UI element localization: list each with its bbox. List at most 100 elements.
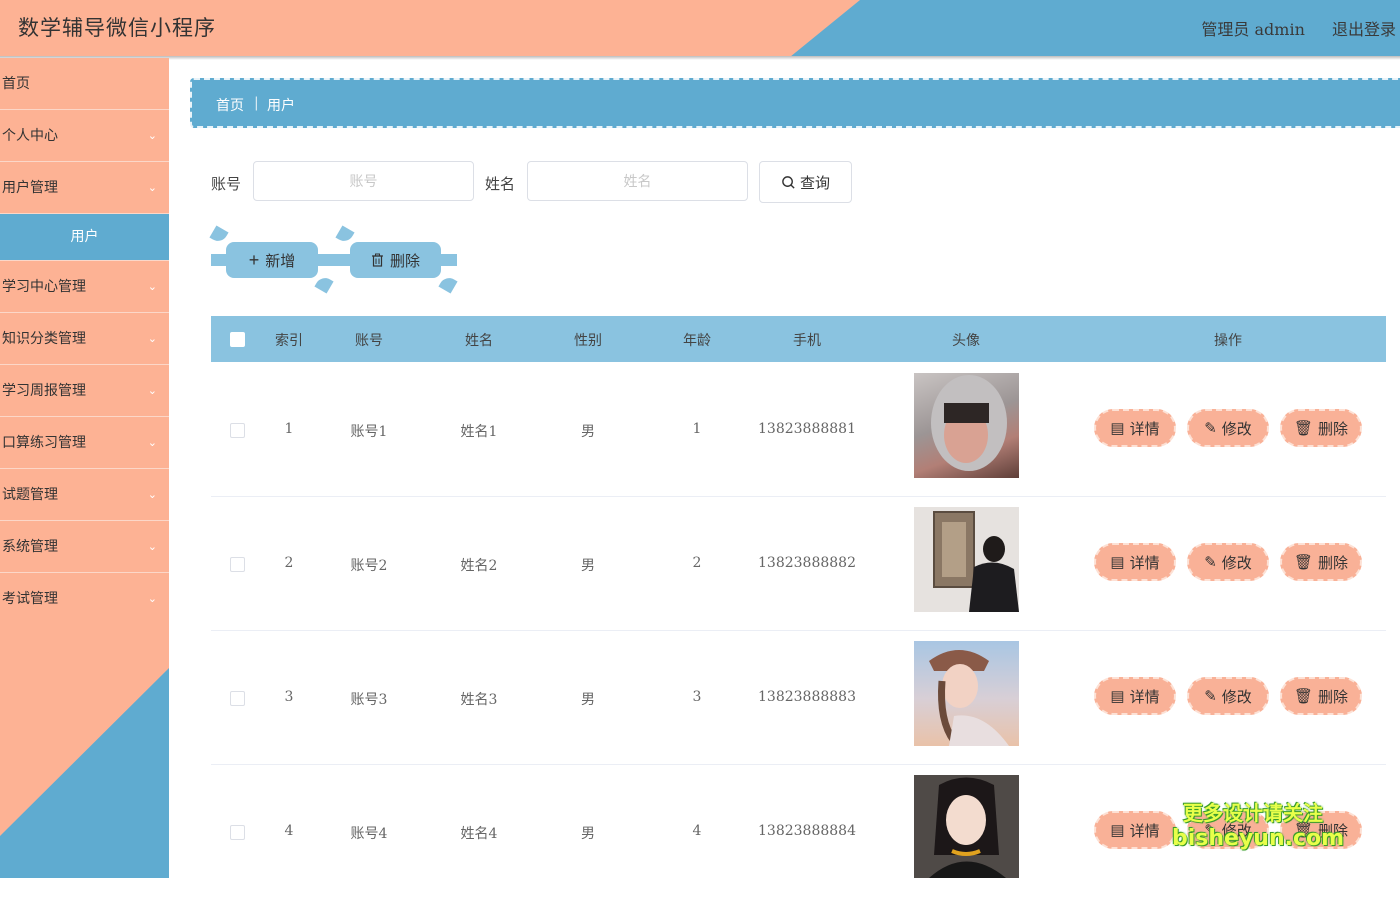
chevron-down-icon: ⌄ — [147, 332, 157, 345]
table-header: 索引 账号 姓名 性别 年龄 手机 头像 操作 — [211, 316, 1386, 362]
cell-index: 1 — [284, 421, 294, 437]
cell-age: 2 — [692, 555, 702, 571]
detail-button[interactable]: ▤ 详情 — [1094, 543, 1176, 581]
decoration-shape — [209, 225, 229, 245]
edit-button[interactable]: ✎ 修改 — [1187, 543, 1269, 581]
decoration-shape — [438, 274, 458, 294]
cell-name: 姓名1 — [460, 424, 498, 440]
app-title: 数学辅导微信小程序 — [18, 16, 216, 40]
sidebar-item-label: 口算练习管理 — [2, 435, 86, 451]
edit-label: 修改 — [1221, 554, 1252, 572]
cell-account: 账号3 — [350, 692, 388, 708]
detail-label: 详情 — [1129, 554, 1160, 572]
trash-icon: 🗑︎ — [1293, 554, 1314, 571]
detail-label: 详情 — [1129, 822, 1160, 840]
column-header-actions: 操作 — [1214, 333, 1242, 349]
sidebar-decoration — [0, 668, 169, 878]
detail-label: 详情 — [1129, 420, 1160, 438]
detail-button[interactable]: ▤ 详情 — [1094, 811, 1176, 849]
table-row: 3 账号3 姓名3 男 3 13823888883 ▤ 详情 ✎ 修改 🗑︎ 删除 — [211, 630, 1386, 765]
cell-age: 4 — [692, 823, 702, 839]
account-label: 账号 — [211, 175, 242, 193]
cell-gender: 男 — [581, 826, 595, 842]
detail-button[interactable]: ▤ 详情 — [1094, 409, 1176, 447]
avatar — [914, 507, 1019, 612]
row-checkbox[interactable] — [230, 825, 245, 840]
top-header: 数学辅导微信小程序 管理员 admin 退出登录 — [0, 0, 1400, 56]
cell-gender: 男 — [581, 558, 595, 574]
cell-account: 账号1 — [350, 424, 388, 440]
cell-index: 2 — [284, 555, 294, 571]
edit-button[interactable]: ✎ 修改 — [1187, 677, 1269, 715]
cell-index: 4 — [284, 823, 294, 839]
name-input[interactable]: 姓名 — [527, 161, 748, 201]
batch-delete-button[interactable]: 删除 — [350, 242, 441, 278]
sidebar-item-weekly-report[interactable]: 学习周报管理 ⌄ — [0, 365, 169, 417]
delete-label: 删除 — [1318, 688, 1349, 706]
trash-icon: 🗑︎ — [1293, 688, 1314, 705]
detail-label: 详情 — [1129, 688, 1160, 706]
sidebar-item-label: 试题管理 — [2, 487, 58, 503]
cell-gender: 男 — [581, 692, 595, 708]
header-right: 管理员 admin 退出登录 — [1179, 16, 1396, 40]
query-button[interactable]: 查询 — [759, 161, 852, 203]
pencil-icon: ✎ — [1204, 688, 1217, 705]
header-shadow — [0, 56, 1400, 60]
chevron-down-icon: ⌄ — [147, 540, 157, 553]
decoration-shape — [335, 225, 355, 245]
sidebar-item-label: 用户管理 — [2, 180, 58, 196]
delete-label: 删除 — [389, 252, 420, 270]
column-header-account: 账号 — [355, 333, 383, 349]
sidebar-item-knowledge-category[interactable]: 知识分类管理 ⌄ — [0, 313, 169, 365]
breadcrumb-home[interactable]: 首页 — [216, 95, 244, 115]
avatar — [914, 641, 1019, 746]
document-icon: ▤ — [1110, 688, 1125, 705]
admin-label: 管理员 admin — [1201, 20, 1305, 39]
edit-button[interactable]: ✎ 修改 — [1187, 409, 1269, 447]
cell-gender: 男 — [581, 424, 595, 440]
cell-account: 账号2 — [350, 558, 388, 574]
row-checkbox[interactable] — [230, 557, 245, 572]
sidebar-item-user-management[interactable]: 用户管理 ⌄ — [0, 162, 169, 214]
breadcrumb-separator: | — [254, 95, 259, 111]
sidebar-item-label: 系统管理 — [2, 539, 58, 555]
column-header-gender: 性别 — [574, 333, 602, 349]
avatar — [914, 775, 1019, 878]
select-all-checkbox[interactable] — [230, 332, 245, 347]
cell-age: 3 — [692, 689, 702, 705]
sidebar-item-mental-math[interactable]: 口算练习管理 ⌄ — [0, 417, 169, 469]
sidebar-item-study-center[interactable]: 学习中心管理 ⌄ — [0, 261, 169, 313]
delete-button[interactable]: 🗑︎ 删除 — [1280, 409, 1362, 447]
column-header-age: 年龄 — [683, 333, 711, 349]
sidebar-menu: 首页 个人中心 ⌄ 用户管理 ⌄ 用户 学习中心管理 ⌄ 知识分类管理 ⌄ 学习周报管理… — [0, 58, 169, 625]
row-checkbox[interactable] — [230, 423, 245, 438]
trash-icon: 🗑︎ — [1293, 420, 1314, 437]
sidebar: 首页 个人中心 ⌄ 用户管理 ⌄ 用户 学习中心管理 ⌄ 知识分类管理 ⌄ 学习周报管理… — [0, 58, 169, 878]
document-icon: ▤ — [1110, 554, 1125, 571]
detail-button[interactable]: ▤ 详情 — [1094, 677, 1176, 715]
row-checkbox[interactable] — [230, 691, 245, 706]
delete-label: 删除 — [1318, 554, 1349, 572]
column-header-phone: 手机 — [793, 333, 821, 349]
sidebar-item-home[interactable]: 首页 — [0, 58, 169, 110]
sidebar-item-questions[interactable]: 试题管理 ⌄ — [0, 469, 169, 521]
account-input[interactable]: 账号 — [253, 161, 474, 201]
add-button[interactable]: + 新增 — [226, 242, 318, 278]
name-label: 姓名 — [485, 175, 516, 193]
watermark-line1: 更多设计请关注 — [1183, 801, 1323, 825]
sidebar-item-label: 学习中心管理 — [2, 279, 86, 295]
sidebar-item-exam[interactable]: 考试管理 ⌄ — [0, 573, 169, 625]
logout-link[interactable]: 退出登录 — [1332, 20, 1396, 39]
column-header-index: 索引 — [275, 333, 303, 349]
breadcrumb: 首页 | 用户 — [190, 78, 1400, 128]
sidebar-subitem-user[interactable]: 用户 — [0, 214, 169, 261]
sidebar-item-personal-center[interactable]: 个人中心 ⌄ — [0, 110, 169, 162]
watermark: 更多设计请关注 bisheyun.com — [1172, 800, 1344, 852]
delete-button[interactable]: 🗑︎ 删除 — [1280, 543, 1362, 581]
cell-phone: 13823888883 — [758, 689, 856, 705]
delete-button[interactable]: 🗑︎ 删除 — [1280, 677, 1362, 715]
cell-phone: 13823888881 — [758, 421, 856, 437]
sidebar-item-label: 首页 — [2, 76, 30, 92]
sidebar-item-system[interactable]: 系统管理 ⌄ — [0, 521, 169, 573]
sidebar-item-label: 个人中心 — [2, 128, 58, 144]
